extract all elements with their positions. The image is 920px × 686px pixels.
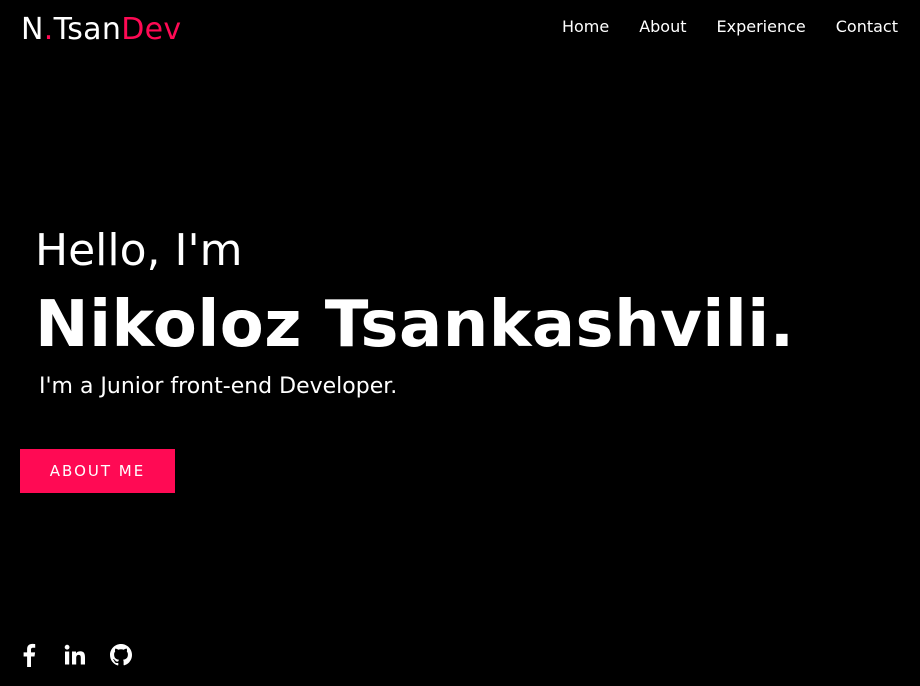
about-me-button[interactable]: ABOUT ME <box>20 449 175 493</box>
linkedin-link[interactable] <box>62 642 88 668</box>
logo-name: Tsan <box>53 12 122 47</box>
hero-tagline: I'm a Junior front-end Developer. <box>39 374 398 399</box>
site-logo[interactable]: N.TsanDev <box>21 10 181 50</box>
logo-dot: . <box>43 12 54 47</box>
main-nav: Home About Experience Contact <box>562 17 898 37</box>
nav-home-link[interactable]: Home <box>562 17 609 37</box>
nav-about-link[interactable]: About <box>639 17 686 37</box>
facebook-icon <box>23 643 36 667</box>
logo-suffix: Dev <box>121 12 182 47</box>
page: N.TsanDev Home About Experience Contact … <box>0 0 920 686</box>
facebook-link[interactable] <box>16 642 42 668</box>
social-links <box>16 642 134 668</box>
hero-name: Nikoloz Tsankashvili. <box>35 288 795 362</box>
github-icon <box>110 644 132 666</box>
nav-experience-link[interactable]: Experience <box>717 17 806 37</box>
nav-contact-link[interactable]: Contact <box>836 17 898 37</box>
github-link[interactable] <box>108 642 134 668</box>
linkedin-icon <box>64 644 85 665</box>
hero-greeting: Hello, I'm <box>35 225 243 276</box>
logo-initial: N <box>21 12 44 47</box>
